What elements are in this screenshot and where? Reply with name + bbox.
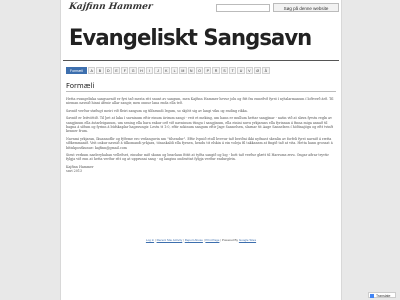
footer-link-report-abuse[interactable]: Report Abuse (185, 238, 203, 242)
footer-link-print-page[interactable]: Print Page (205, 238, 219, 242)
nav-item-formaeli[interactable]: Formæli (66, 67, 87, 74)
nav-item-b[interactable]: B (96, 67, 104, 74)
footer-link-login[interactable]: Log in (146, 238, 154, 242)
nav-item-g[interactable]: G (129, 67, 137, 74)
nav-bar: Formæli A B D E F G H I J K L M N O P R S T U V Ø Å (66, 67, 336, 74)
nav-item-d[interactable]: D (104, 67, 112, 74)
footer-link-recent-activity[interactable]: Recent Site Activity (157, 238, 183, 242)
nav-item-å[interactable]: Å (262, 67, 270, 74)
footer-powered-by: Powered By (221, 238, 239, 242)
nav-item-a[interactable]: A (88, 67, 96, 74)
nav-item-o[interactable]: O (195, 67, 204, 74)
content-area: Hetta evangeliska sangsavnið er fyri tað… (66, 97, 334, 177)
paragraph-search: Savnið er leitvöttið. Til þet at laka í … (66, 116, 334, 134)
nav-item-t[interactable]: T (229, 67, 237, 74)
translate-button[interactable]: Translate (368, 292, 396, 298)
nav-item-m[interactable]: M (179, 67, 187, 74)
nav-item-i[interactable]: I (146, 67, 154, 74)
page-title: Formæli (66, 82, 95, 90)
paragraph-intro: Hetta evangeliska sangsavnið er fyri tað… (66, 97, 334, 106)
nav-item-l[interactable]: L (170, 67, 179, 74)
site-signature-logo[interactable]: Kajfinn Hammer (68, 2, 153, 12)
nav-item-h[interactable]: H (137, 67, 146, 74)
paragraph-updates: Savnið verður støðugt meiri við fleiri s… (66, 108, 248, 113)
nav-item-n[interactable]: N (187, 67, 195, 74)
footer-link-google-sites[interactable]: Google Sites (239, 238, 256, 242)
translate-label: Translate (376, 294, 391, 298)
nav-item-s[interactable]: S (220, 67, 229, 74)
heading-divider (66, 91, 336, 92)
search-input[interactable] (216, 4, 270, 12)
translate-icon (370, 294, 374, 298)
nav-item-e[interactable]: E (112, 67, 121, 74)
paragraph-authors: Navnmi yrkjaran, Ikuannoflir og fýðeme e… (66, 136, 333, 150)
nav-item-v[interactable]: V (245, 67, 253, 74)
nav-item-k[interactable]: K (162, 67, 170, 74)
search-button[interactable]: Søg på denne website (273, 3, 339, 12)
paragraph-usage: Sieut verkum naeleryhaban velleðset, ein… (66, 153, 329, 162)
nav-item-r[interactable]: R (212, 67, 220, 74)
nav-item-p[interactable]: P (204, 67, 212, 74)
signature-block: Kajfinn Hammer savi 2013 (66, 165, 94, 174)
title-divider (63, 60, 339, 61)
nav-item-f[interactable]: F (121, 67, 129, 74)
site-title[interactable]: Evangeliskt Sangsavn (69, 25, 312, 51)
page-container: Kajfinn Hammer Søg på denne website Evan… (60, 0, 342, 300)
nav-item-u[interactable]: U (237, 67, 245, 74)
footer: Log in | Recent Site Activity | Report A… (61, 238, 341, 242)
nav-item-j[interactable]: J (154, 67, 162, 74)
nav-item-ø[interactable]: Ø (253, 67, 262, 74)
